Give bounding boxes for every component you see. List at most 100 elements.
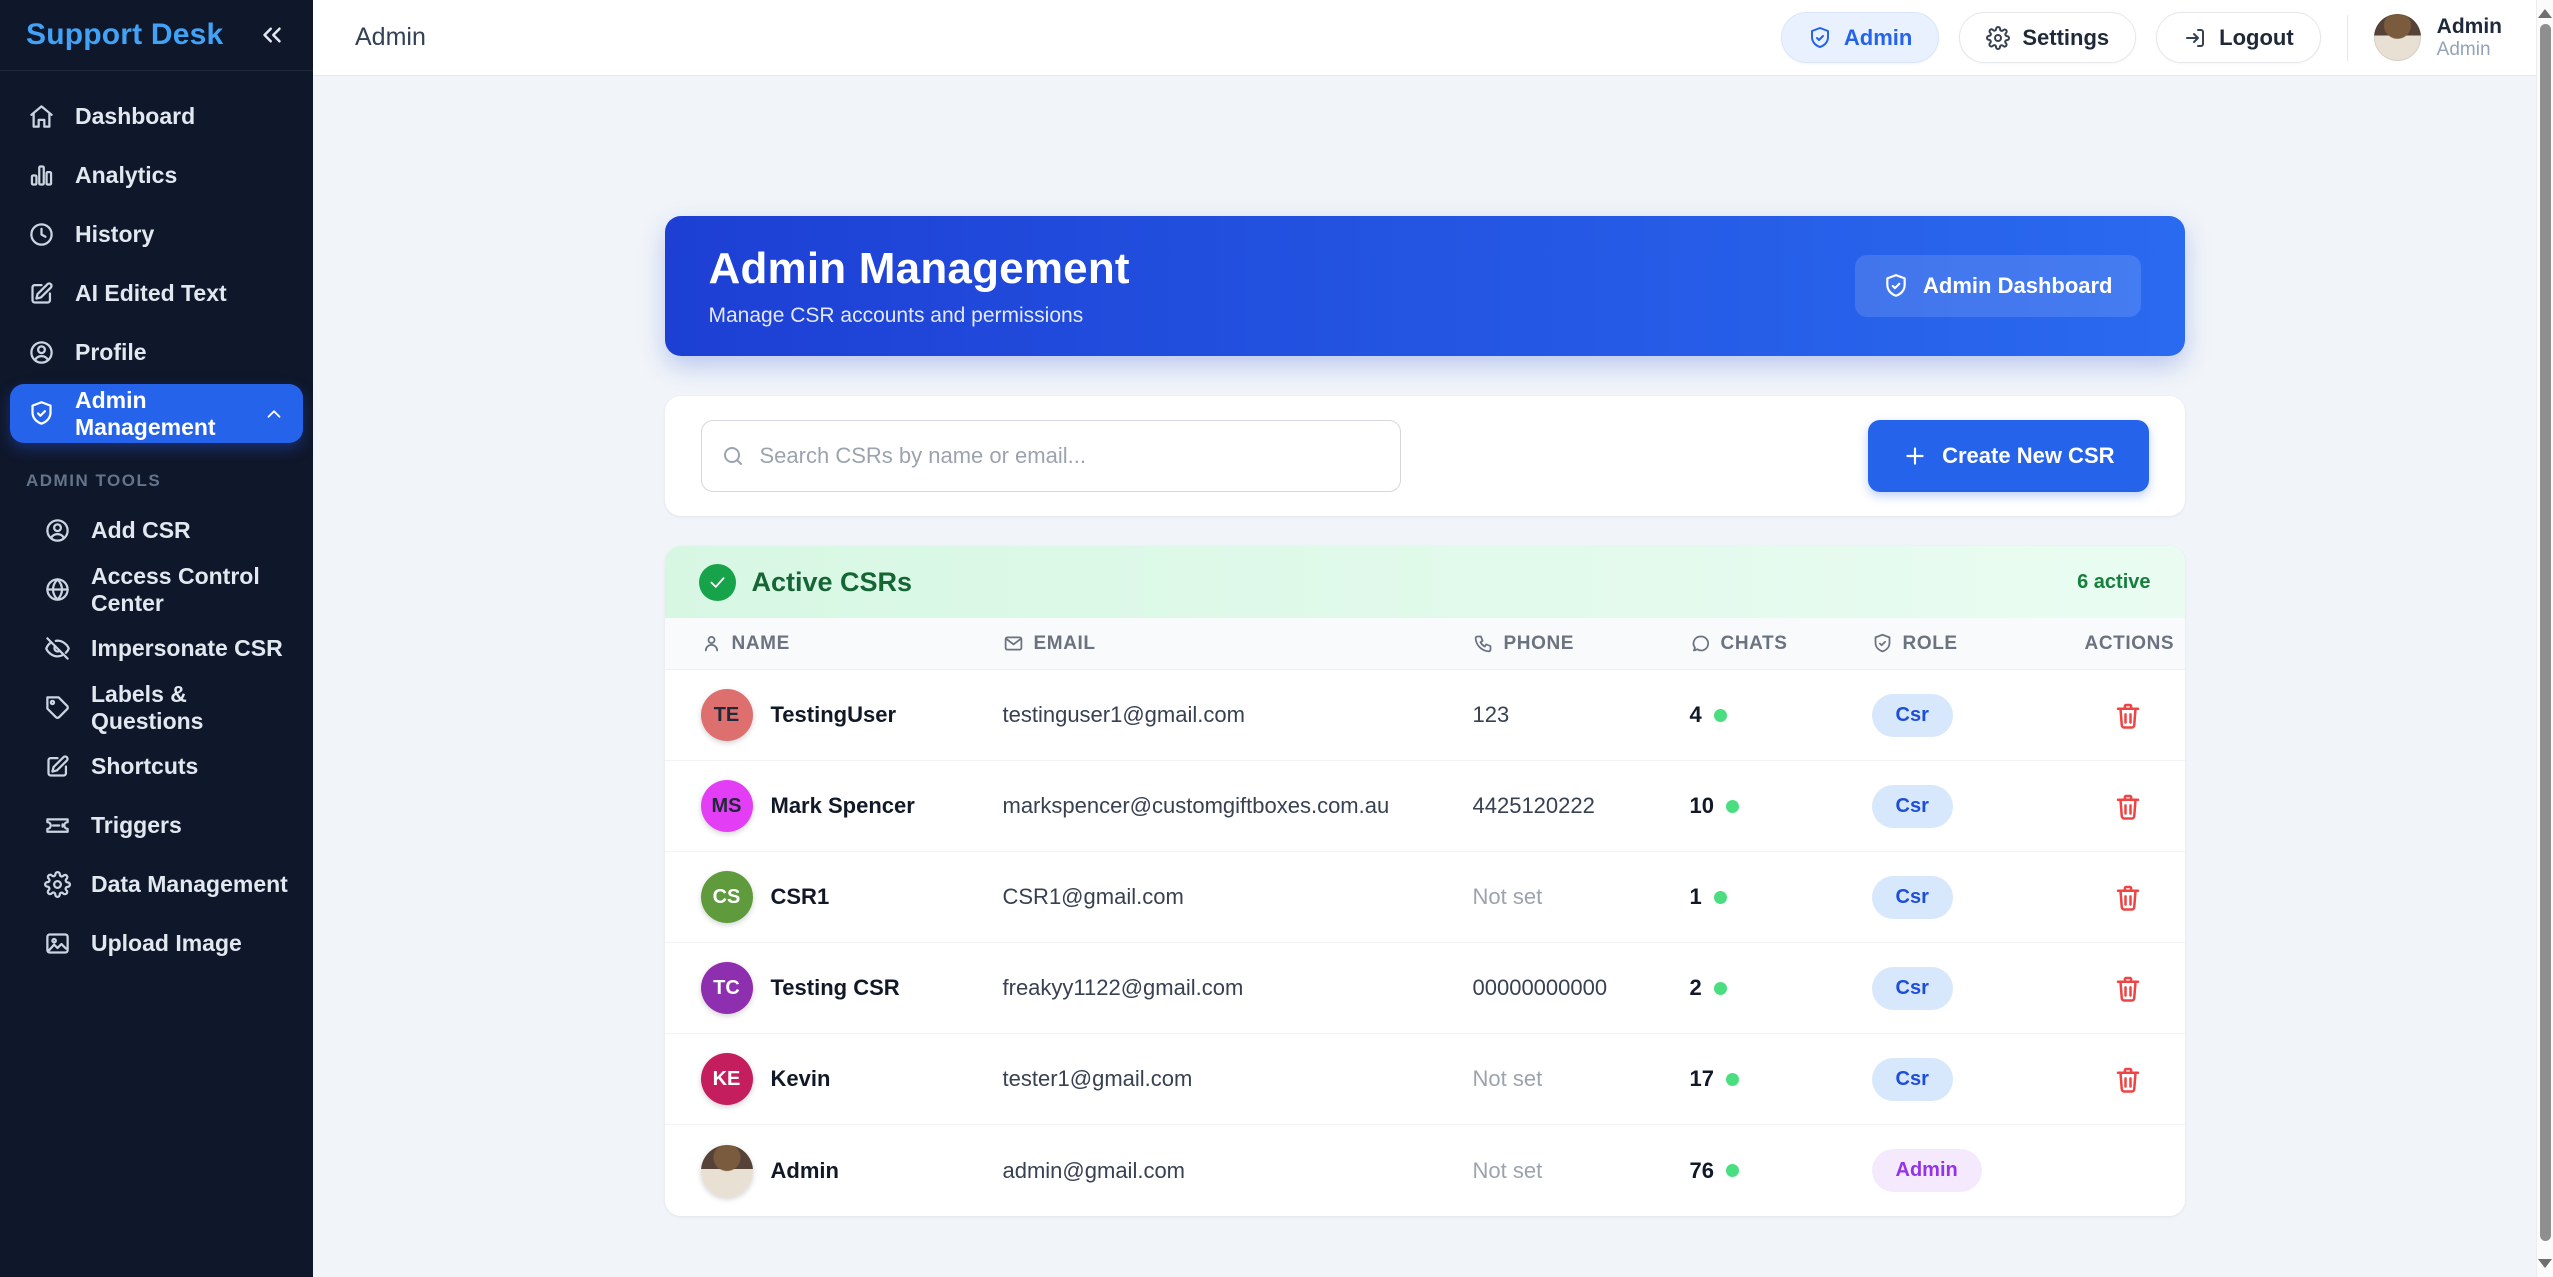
phone-cell: Not set	[1473, 884, 1690, 910]
active-count-badge: 6 active	[2077, 571, 2150, 594]
chats-cell: 10	[1690, 793, 1872, 819]
sidebar-item-ai-edited-text[interactable]: AI Edited Text	[0, 264, 313, 323]
sidebar-item-add-csr[interactable]: Add CSR	[0, 501, 313, 560]
online-dot	[1726, 1073, 1739, 1086]
sidebar-item-labels-questions[interactable]: Labels & Questions	[0, 678, 313, 737]
admin-banner: Admin Management Manage CSR accounts and…	[665, 216, 2185, 356]
table-column-header: NAMEEMAILPHONECHATSROLEACTIONS	[665, 618, 2185, 670]
role-cell: Csr	[1872, 1058, 2085, 1101]
sidebar-item-label: AI Edited Text	[75, 280, 227, 307]
role-cell: Csr	[1872, 876, 2085, 919]
email-cell: tester1@gmail.com	[1003, 1066, 1473, 1092]
phone-cell: Not set	[1473, 1158, 1690, 1184]
clock-icon	[28, 221, 55, 248]
sidebar-item-upload-image[interactable]: Upload Image	[0, 914, 313, 973]
email-cell: freakyy1122@gmail.com	[1003, 975, 1473, 1001]
role-cell: Csr	[1872, 967, 2085, 1010]
name-cell: Admin	[701, 1145, 1003, 1197]
user-circle-icon	[28, 339, 55, 366]
sidebar-item-history[interactable]: History	[0, 205, 313, 264]
plus-icon	[1902, 443, 1928, 469]
sidebar-item-admin-management[interactable]: Admin Management	[10, 384, 303, 443]
logout-button[interactable]: Logout	[2156, 12, 2321, 63]
chats-cell: 17	[1690, 1066, 1872, 1092]
logout-icon	[2183, 26, 2207, 50]
delete-csr-button[interactable]	[2107, 876, 2149, 918]
edit-icon	[44, 753, 71, 780]
role-badge: Csr	[1872, 785, 1953, 828]
table-row: CSCSR1CSR1@gmail.comNot set1Csr	[665, 852, 2185, 943]
email-cell: admin@gmail.com	[1003, 1158, 1473, 1184]
phone-cell: Not set	[1473, 1066, 1690, 1092]
email-cell: testinguser1@gmail.com	[1003, 702, 1473, 728]
admin-role-badge[interactable]: Admin	[1781, 12, 1939, 63]
scrollbar-up-arrow[interactable]	[2538, 9, 2552, 18]
check-circle-icon	[699, 564, 736, 601]
avatar: KE	[701, 1053, 753, 1105]
role-badge: Csr	[1872, 967, 1953, 1010]
app-logo: Support Desk	[26, 18, 223, 52]
scrollbar-thumb[interactable]	[2540, 24, 2551, 1241]
avatar: CS	[701, 871, 753, 923]
image-icon	[44, 930, 71, 957]
delete-csr-button[interactable]	[2107, 1058, 2149, 1100]
sidebar-item-dashboard[interactable]: Dashboard	[0, 87, 313, 146]
online-dot	[1714, 709, 1727, 722]
role-badge: Admin	[1872, 1149, 1982, 1192]
name-cell: TCTesting CSR	[701, 962, 1003, 1014]
trash-icon	[2113, 1064, 2143, 1094]
sidebar-item-access-control-center[interactable]: Access Control Center	[0, 560, 313, 619]
table-row: MSMark Spencermarkspencer@customgiftboxe…	[665, 761, 2185, 852]
sidebar: Support Desk Dashboard Analytics History AI…	[0, 0, 313, 1277]
tag-icon	[44, 694, 71, 721]
sidebar-item-analytics[interactable]: Analytics	[0, 146, 313, 205]
role-badge: Csr	[1872, 1058, 1953, 1101]
page-scrollbar[interactable]	[2536, 0, 2553, 1277]
settings-button[interactable]: Settings	[1959, 12, 2136, 63]
create-new-csr-button[interactable]: Create New CSR	[1868, 420, 2148, 492]
app-root: Support Desk Dashboard Analytics History AI…	[0, 0, 2553, 1277]
delete-csr-button[interactable]	[2107, 785, 2149, 827]
ticket-icon	[44, 812, 71, 839]
sidebar-item-label: Data Management	[91, 871, 288, 898]
user-icon	[701, 633, 722, 654]
sidebar-item-label: Triggers	[91, 812, 182, 839]
sidebar-item-label: Access Control Center	[91, 563, 293, 617]
sidebar-item-impersonate-csr[interactable]: Impersonate CSR	[0, 619, 313, 678]
sidebar-item-profile[interactable]: Profile	[0, 323, 313, 382]
sidebar-item-shortcuts[interactable]: Shortcuts	[0, 737, 313, 796]
avatar: TE	[701, 689, 753, 741]
table-row: TCTesting CSRfreakyy1122@gmail.com000000…	[665, 943, 2185, 1034]
role-badge: Csr	[1872, 694, 1953, 737]
admin-dashboard-button[interactable]: Admin Dashboard	[1855, 255, 2140, 317]
email-cell: CSR1@gmail.com	[1003, 884, 1473, 910]
online-dot	[1726, 800, 1739, 813]
role-cell: Admin	[1872, 1149, 2085, 1192]
home-icon	[28, 103, 55, 130]
column-role: ROLE	[1872, 633, 2085, 655]
chevron-up-icon	[263, 403, 285, 425]
globe-icon	[44, 576, 71, 603]
sidebar-collapse-button[interactable]	[257, 20, 287, 50]
sidebar-item-data-management[interactable]: Data Management	[0, 855, 313, 914]
sidebar-nav: Dashboard Analytics History AI Edited Text P…	[0, 87, 313, 445]
search-input[interactable]	[701, 420, 1401, 492]
table-rows: TETestingUsertestinguser1@gmail.com1234C…	[665, 670, 2185, 1216]
sidebar-item-label: Analytics	[75, 162, 177, 189]
sidebar-item-triggers[interactable]: Triggers	[0, 796, 313, 855]
user-avatar	[2374, 14, 2421, 61]
column-actions: ACTIONS	[2085, 633, 2175, 655]
user-chip[interactable]: Admin Admin	[2374, 14, 2502, 62]
name-cell: CSCSR1	[701, 871, 1003, 923]
chats-cell: 4	[1690, 702, 1872, 728]
banner-title: Admin Management	[709, 244, 1130, 294]
chats-cell: 1	[1690, 884, 1872, 910]
column-email: EMAIL	[1003, 633, 1473, 655]
delete-csr-button[interactable]	[2107, 967, 2149, 1009]
gear-icon	[1986, 26, 2010, 50]
scrollbar-down-arrow[interactable]	[2538, 1259, 2552, 1268]
user-circle-icon	[44, 517, 71, 544]
mail-icon	[1003, 633, 1024, 654]
column-phone: PHONE	[1473, 633, 1690, 655]
delete-csr-button[interactable]	[2107, 694, 2149, 736]
